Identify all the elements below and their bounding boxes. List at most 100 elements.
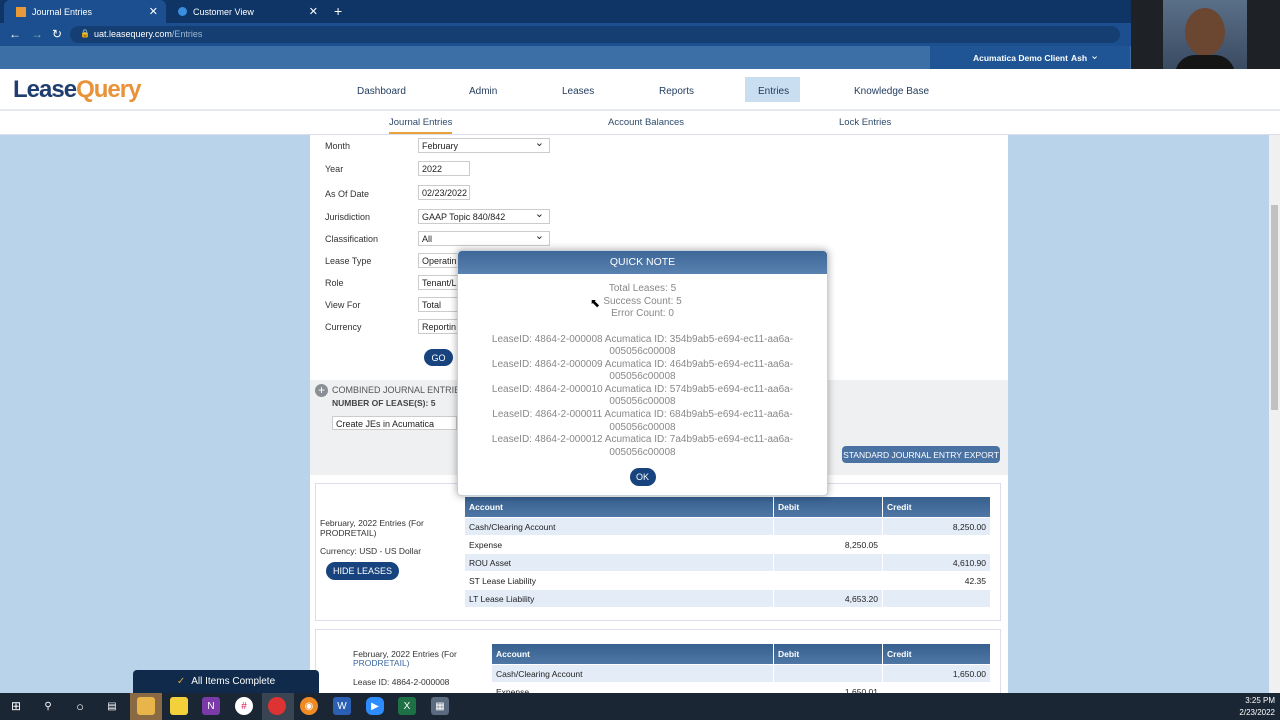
subnav-lock-entries[interactable]: Lock Entries (839, 117, 891, 128)
hide-leases-button[interactable]: HIDE LEASES (326, 562, 399, 580)
zoom-icon[interactable]: ▶ (366, 697, 384, 715)
lease-count: NUMBER OF LEASE(S): 5 (332, 398, 436, 408)
ok-button[interactable]: OK (629, 468, 656, 487)
app-ring-icon[interactable]: ◉ (300, 697, 318, 715)
credit-cell: 1,650.00 (883, 665, 990, 682)
leasequery-favicon-icon (16, 6, 26, 17)
lease-entries-client-link[interactable]: PRODRETAIL) (353, 658, 410, 668)
clock-time[interactable]: 3:25 PM (1225, 696, 1275, 705)
entries-table: Account Debit Credit Cash/Clearing Account… (464, 496, 991, 608)
url-path: /Entries (171, 29, 203, 39)
sticky-notes-icon[interactable] (170, 697, 188, 715)
col-credit: Credit (883, 497, 990, 517)
onenote-icon[interactable]: N (202, 697, 220, 715)
excel-icon[interactable]: X (398, 697, 416, 715)
account-cell: Expense (465, 536, 773, 553)
year-input[interactable]: 2022 (418, 161, 470, 176)
credit-cell (883, 536, 990, 553)
word-icon[interactable]: W (333, 697, 351, 715)
chevron-down-icon[interactable]: ⌄ (1090, 49, 1099, 62)
col-debit: Debit (774, 644, 882, 664)
lease-result-line: LeaseID: 4864-2-000011 Acumatica ID: 684… (492, 409, 793, 421)
lock-icon: 🔒 (80, 29, 90, 38)
nav-knowledge-base[interactable]: Knowledge Base (854, 83, 929, 99)
new-tab-icon[interactable]: + (334, 3, 342, 19)
page-scrollbar[interactable] (1269, 135, 1280, 693)
credit-cell: 8,250.00 (883, 518, 990, 535)
mouse-cursor-icon: ⬉ (590, 296, 601, 310)
classification-select[interactable]: All (418, 229, 550, 246)
currency-label: Currency (325, 322, 362, 332)
entries-title: February, 2022 Entries (For PRODRETAIL) (320, 518, 424, 538)
clock-date[interactable]: 2/23/2022 (1225, 708, 1275, 717)
reload-icon[interactable]: ↻ (52, 27, 62, 41)
taskbar (0, 693, 1280, 720)
main-nav (0, 69, 1280, 111)
status-toast: ✓ All Items Complete (133, 670, 319, 693)
col-account: Account (492, 644, 773, 664)
lease-result-line: LeaseID: 4864-2-000012 Acumatica ID: 7a4… (491, 434, 794, 446)
as-of-date-label: As Of Date (325, 189, 370, 199)
as-of-date-input[interactable]: 02/23/2022 (418, 185, 470, 200)
total-leases: Total Leases: 5 (608, 283, 677, 294)
client-name[interactable]: Acumatica Demo Client (973, 53, 1068, 63)
account-cell: Cash/Clearing Account (492, 665, 773, 682)
slack-icon[interactable]: # (235, 697, 253, 715)
table-row: Expense 8,250.05 (465, 536, 990, 553)
subnav-journal-entries[interactable]: Journal Entries (389, 117, 453, 134)
nav-dashboard[interactable]: Dashboard (357, 83, 406, 99)
table-row: Cash/Clearing Account 1,650.00 (492, 665, 990, 682)
tab-customer-view[interactable]: Customer View ✕ (166, 0, 326, 23)
jurisdiction-select[interactable]: GAAP Topic 840/842 (418, 207, 550, 224)
account-cell: ST Lease Liability (465, 572, 773, 589)
check-icon: ✓ (176, 676, 186, 687)
tab-journal-entries[interactable]: Journal Entries ✕ (4, 0, 166, 23)
forward-icon[interactable]: → (31, 27, 43, 41)
url-host: uat.leasequery.com (94, 29, 172, 39)
url-field[interactable]: 🔒 uat.leasequery.com/Entries (70, 26, 1120, 43)
account-cell: LT Lease Liability (465, 590, 773, 607)
search-icon[interactable]: ⚲ (39, 697, 57, 715)
lease-result-line-cont: 005056c00008 (609, 346, 676, 358)
nav-admin[interactable]: Admin (469, 83, 497, 99)
subnav-account-balances[interactable]: Account Balances (608, 117, 684, 128)
table-row: Cash/Clearing Account 8,250.00 (465, 518, 990, 535)
error-count: Error Count: 0 (611, 308, 674, 319)
jurisdiction-label: Jurisdiction (325, 212, 371, 222)
nav-entries[interactable]: Entries (758, 83, 789, 99)
classification-label: Classification (325, 234, 379, 244)
nav-reports[interactable]: Reports (659, 83, 694, 99)
account-cell: ROU Asset (465, 554, 773, 571)
view-for-label: View For (325, 300, 361, 310)
debit-cell: 4,653.20 (774, 590, 882, 607)
cortana-icon[interactable]: ○ (71, 697, 89, 715)
back-icon[interactable]: ← (9, 27, 21, 41)
nav-leases[interactable]: Leases (562, 83, 594, 99)
lease-result-line-cont: 005056c00008 (609, 396, 676, 408)
close-tab-icon[interactable]: ✕ (309, 5, 318, 18)
acumatica-favicon-icon (178, 7, 187, 16)
lease-type-label: Lease Type (325, 256, 372, 266)
action-select[interactable]: Create JEs in Acumatica (332, 416, 457, 430)
combined-title: COMBINED JOURNAL ENTRIE (332, 385, 461, 395)
close-tab-icon[interactable]: ✕ (149, 5, 158, 18)
debit-cell (774, 554, 882, 571)
month-select[interactable]: February (418, 136, 550, 153)
task-view-icon[interactable]: ▤ (103, 697, 121, 715)
currency-text: Currency: USD - US Dollar (320, 546, 422, 556)
go-button[interactable]: GO (424, 349, 453, 366)
file-explorer-icon[interactable] (137, 697, 155, 715)
col-credit: Credit (883, 644, 990, 664)
calculator-icon[interactable]: ▦ (431, 697, 449, 715)
account-cell: Cash/Clearing Account (465, 518, 773, 535)
expand-plus-icon[interactable]: + (315, 384, 328, 397)
credit-cell: 4,610.90 (883, 554, 990, 571)
quick-note-dialog: QUICK NOTE Total Leases: 5 Success Count… (457, 250, 828, 496)
debit-cell (774, 665, 882, 682)
leasequery-logo[interactable]: LeaseQuery (13, 76, 141, 104)
standard-je-export-button[interactable]: STANDARD JOURNAL ENTRY EXPORT (842, 446, 1000, 463)
col-account: Account (465, 497, 773, 517)
user-menu[interactable]: Ash (1071, 53, 1087, 63)
chrome-icon[interactable] (268, 697, 286, 715)
windows-start-icon[interactable]: ⊞ (7, 697, 25, 715)
